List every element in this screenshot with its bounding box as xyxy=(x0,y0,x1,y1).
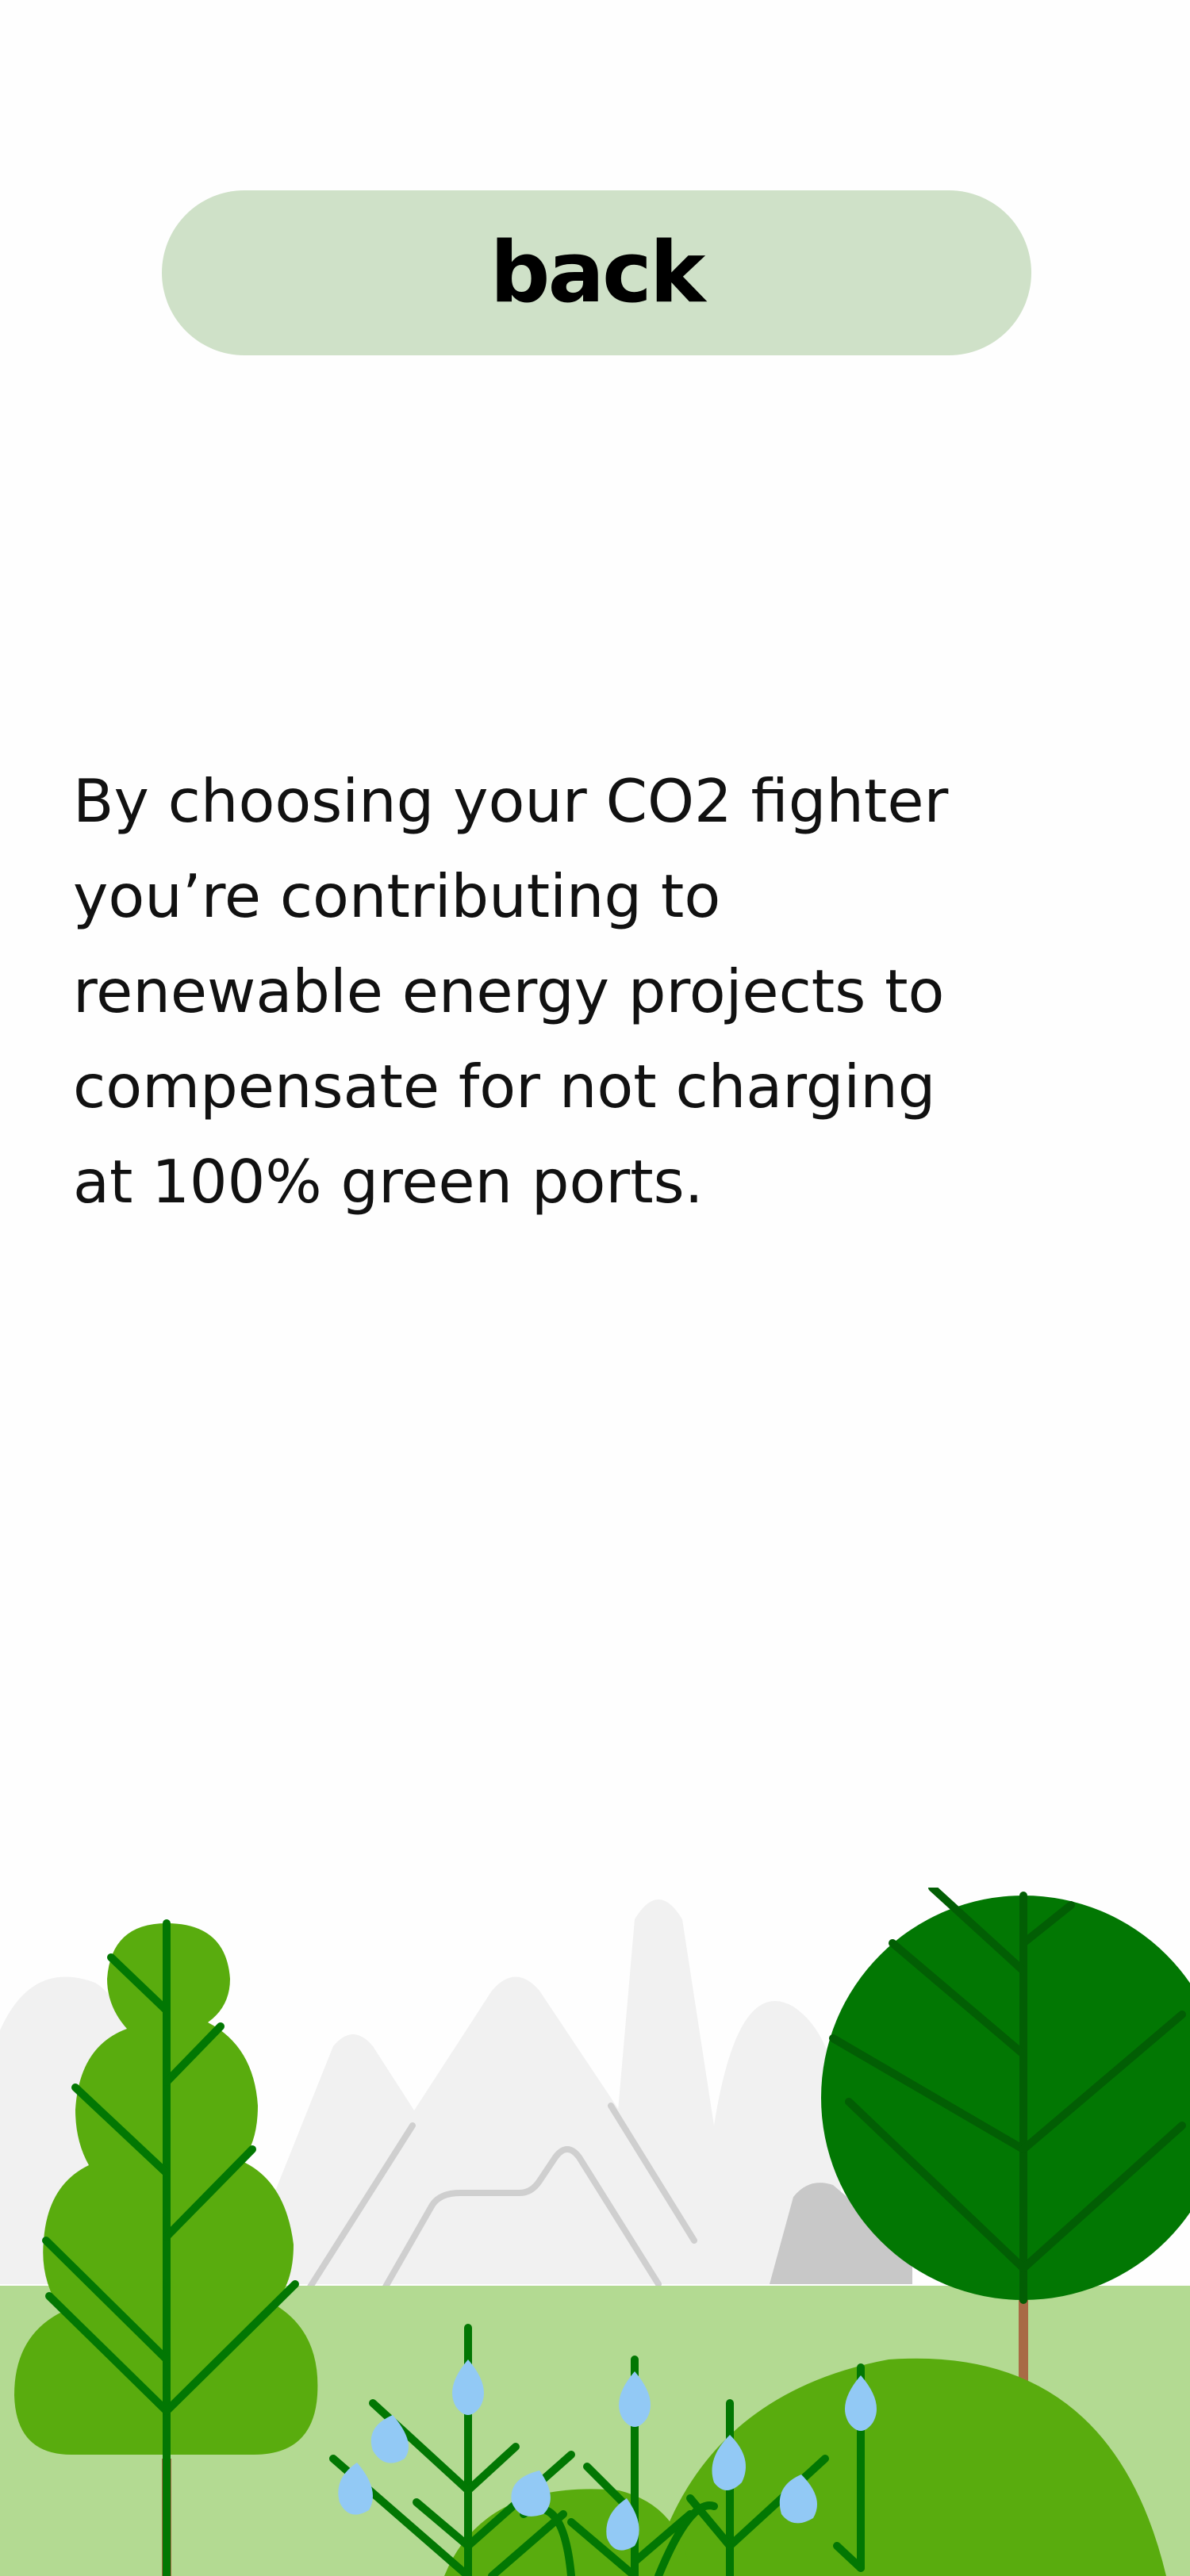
forest-landscape-illustration xyxy=(0,1888,1190,2576)
landscape-svg xyxy=(0,1888,1190,2576)
back-button-label: back xyxy=(489,224,706,321)
info-text: By choosing your CO2 fighter you’re cont… xyxy=(73,766,949,1217)
back-button[interactable]: back xyxy=(162,190,1031,355)
